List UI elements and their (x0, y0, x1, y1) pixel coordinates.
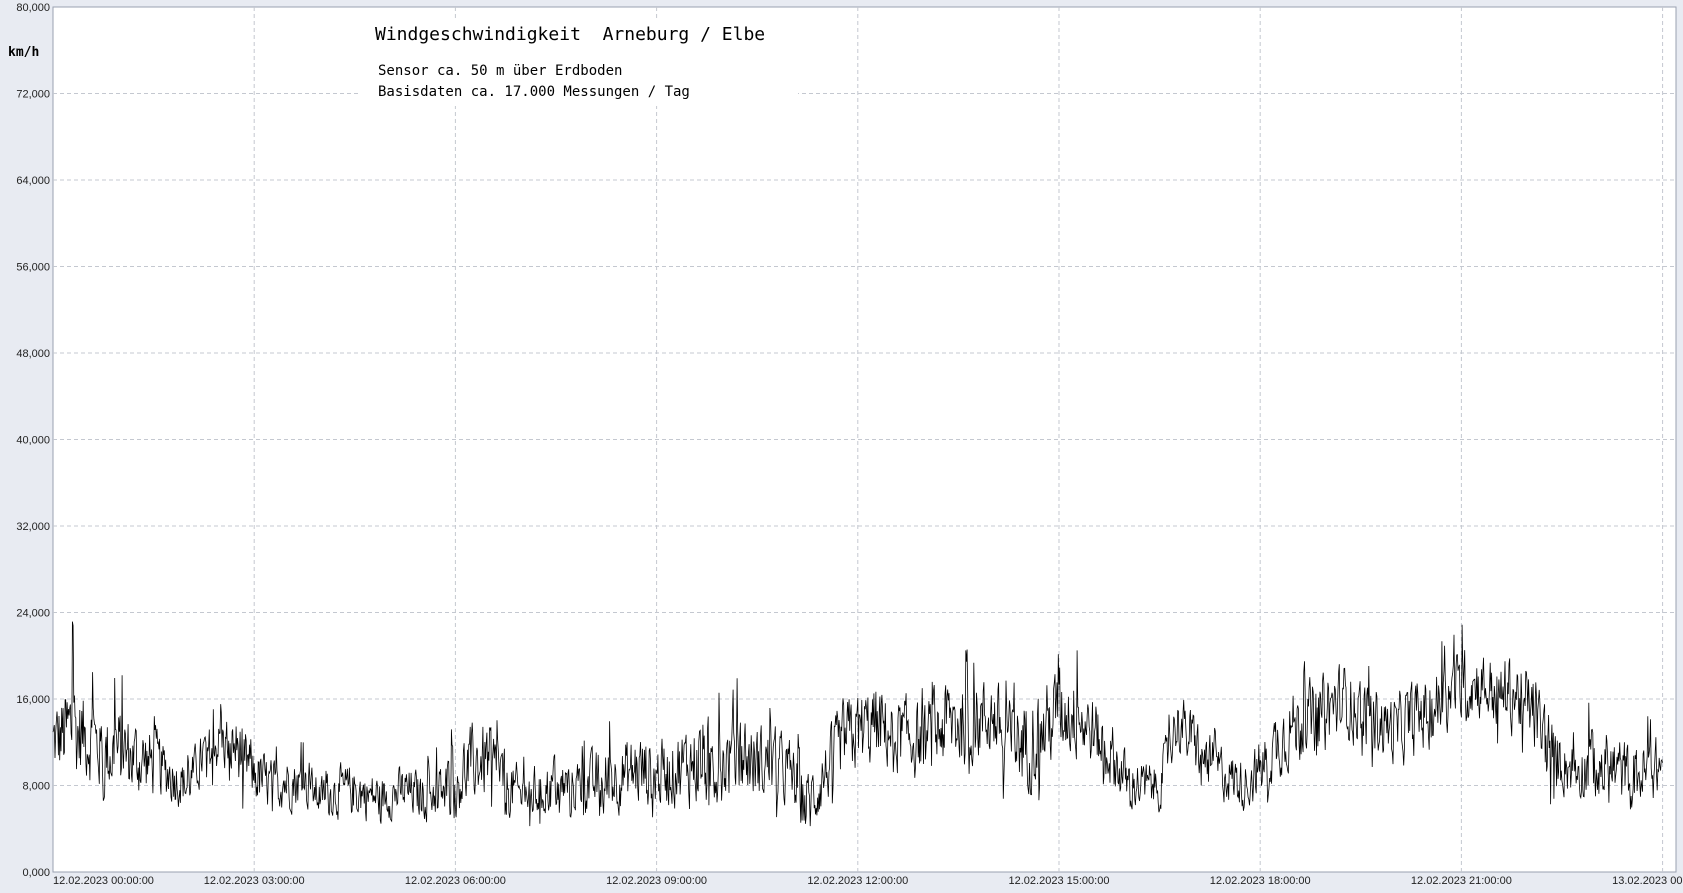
y-tick-label: 0,000 (22, 867, 50, 879)
y-tick-label: 72,000 (16, 89, 50, 101)
x-axis-ticks: 12.02.2023 00:00:00 12.02.2023 03:00:00 12… (53, 875, 1683, 887)
x-tick-label: 12.02.2023 03:00:00 (204, 875, 305, 887)
chart-subtitle-sensor: Sensor ca. 50 m über Erdboden (378, 63, 622, 79)
y-tick-label: 8,000 (22, 781, 50, 793)
chart-subtitle-basisdaten: Basisdaten ca. 17.000 Messungen / Tag (378, 84, 690, 100)
y-tick-label: 40,000 (16, 435, 50, 447)
x-tick-label: 12.02.2023 18:00:00 (1210, 875, 1311, 887)
x-tick-label: 12.02.2023 09:00:00 (606, 875, 707, 887)
y-tick-label: 80,000 (16, 2, 50, 14)
y-tick-label: 64,000 (16, 175, 50, 187)
y-tick-label: 48,000 (16, 348, 50, 360)
y-tick-label: 16,000 (16, 694, 50, 706)
wind-speed-chart: 0,000 8,000 16,000 24,000 32,000 40,000 48,000… (0, 0, 1683, 893)
x-tick-label: 12.02.2023 12:00:00 (807, 875, 908, 887)
y-tick-label: 56,000 (16, 262, 50, 274)
y-tick-label: 24,000 (16, 608, 50, 620)
x-tick-label: 12.02.2023 00:00:00 (53, 875, 154, 887)
x-tick-label: 12.02.2023 06:00:00 (405, 875, 506, 887)
x-tick-label: 13.02.2023 00:00:00 (1612, 875, 1683, 887)
y-axis-unit-label: km/h (8, 45, 39, 60)
y-tick-label: 32,000 (16, 521, 50, 533)
chart-area: 0,000 8,000 16,000 24,000 32,000 40,000 48,000… (0, 0, 1683, 893)
x-tick-label: 12.02.2023 21:00:00 (1411, 875, 1512, 887)
chart-title: Windgeschwindigkeit Arneburg / Elbe (375, 24, 765, 45)
x-tick-label: 12.02.2023 15:00:00 (1009, 875, 1110, 887)
